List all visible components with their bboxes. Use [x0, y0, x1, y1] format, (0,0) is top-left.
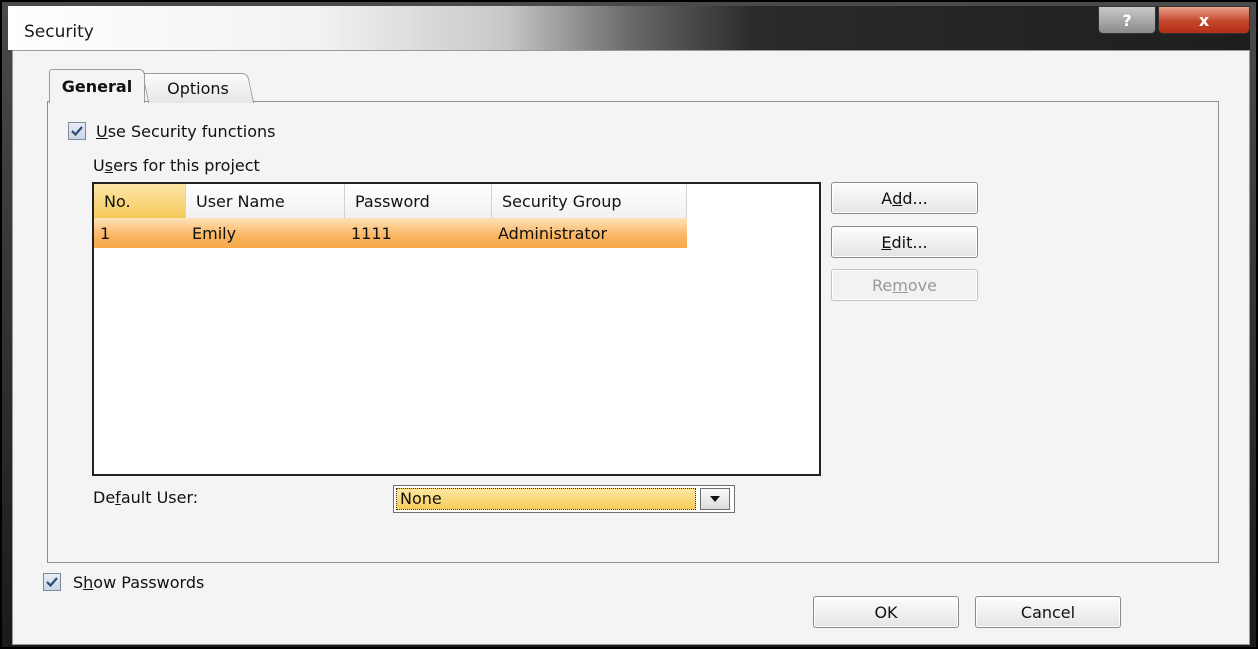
default-user-value: None [396, 488, 696, 510]
ok-button[interactable]: OK [813, 596, 959, 628]
dropdown-button[interactable] [700, 488, 730, 510]
cancel-button[interactable]: Cancel [975, 596, 1121, 628]
window-title: Security [24, 22, 94, 42]
add-user-button[interactable]: Ad d... [831, 182, 978, 214]
tab-options-label: Options [167, 79, 229, 98]
table-row[interactable]: 1 Emily 1111 Administrator [94, 218, 687, 248]
show-passwords-label: Show Passwords [73, 573, 205, 592]
default-user-dropdown[interactable]: None [393, 485, 735, 513]
cell-no: 1 [100, 223, 111, 243]
remove-user-button[interactable]: Re m ove [831, 269, 978, 301]
default-user-label: Default User: [93, 488, 199, 507]
close-button[interactable]: x [1158, 6, 1250, 34]
users-for-project-label: Users for this project [93, 156, 260, 175]
tab-options[interactable]: Options [141, 73, 255, 103]
tab-general[interactable]: General [49, 69, 145, 103]
security-dialog: Security ? x General Options Use Securit… [0, 0, 1258, 649]
chevron-down-icon [710, 496, 720, 502]
help-button[interactable]: ? [1098, 6, 1156, 34]
use-security-label: Use Security functions [96, 122, 276, 141]
edit-user-button[interactable]: Edit... [831, 226, 978, 258]
column-header-no[interactable]: No. [94, 184, 186, 218]
users-listview[interactable]: No. User Name Password Security Group 1 … [92, 182, 821, 476]
listview-header: No. User Name Password Security Group [94, 184, 687, 218]
use-security-checkbox[interactable] [68, 122, 86, 140]
column-header-password[interactable]: Password [345, 184, 492, 218]
checkmark-icon [71, 126, 83, 137]
cell-password: 1111 [351, 223, 392, 243]
dialog-client-area: General Options Use Security functions U… [12, 50, 1250, 645]
cell-security-group: Administrator [498, 223, 608, 243]
show-passwords-checkbox[interactable] [43, 573, 61, 591]
column-header-user-name[interactable]: User Name [186, 184, 345, 218]
general-tab-panel: Use Security functions Users for this pr… [47, 101, 1219, 563]
checkmark-icon [46, 577, 58, 588]
column-header-security-group[interactable]: Security Group [492, 184, 687, 218]
title-bar[interactable]: Security ? x [8, 6, 1250, 50]
cell-user-name: Emily [192, 223, 237, 243]
